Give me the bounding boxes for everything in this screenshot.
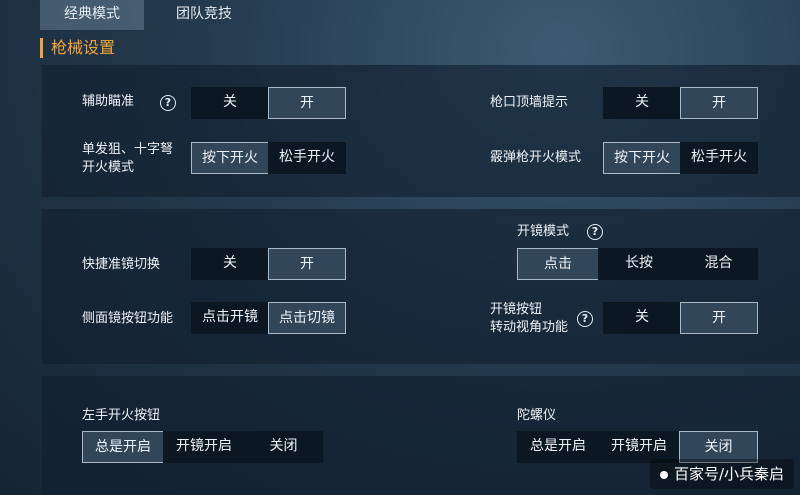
scope-mode-hold-button[interactable]: 长按 bbox=[598, 248, 680, 280]
scope-mode-mixed-button[interactable]: 混合 bbox=[679, 248, 758, 280]
muzzle-wall-on-button[interactable]: 开 bbox=[680, 87, 758, 119]
gyroscope-label: 陀螺仪 bbox=[517, 408, 557, 423]
side-scope-open-button[interactable]: 点击开镜 bbox=[191, 302, 269, 334]
shotgun-press-fire-button[interactable]: 按下开火 bbox=[603, 142, 681, 174]
aim-assist-on-button[interactable]: 开 bbox=[268, 87, 346, 119]
aim-assist-label: 辅助瞄准 bbox=[82, 94, 135, 109]
quick-scope-off-button[interactable]: 关 bbox=[191, 248, 269, 280]
scope-turn-view-label: 开镜按钮 转动视角功能 bbox=[490, 302, 569, 335]
shotgun-fire-mode-label: 霰弹枪开火模式 bbox=[490, 150, 582, 165]
scope-mode-help-icon[interactable]: ? bbox=[587, 224, 603, 240]
quick-scope-label: 快捷准镜切换 bbox=[82, 257, 161, 272]
tab-team-deathmatch[interactable]: 团队竞技 bbox=[152, 0, 256, 30]
left-fire-off-button[interactable]: 关闭 bbox=[244, 431, 323, 463]
gyro-always-button[interactable]: 总是开启 bbox=[517, 431, 599, 463]
scope-turn-off-button[interactable]: 关 bbox=[603, 302, 681, 334]
left-fire-scope-button[interactable]: 开镜开启 bbox=[163, 431, 245, 463]
side-scope-button-label: 侧面镜按钮功能 bbox=[82, 311, 174, 326]
shotgun-release-fire-button[interactable]: 松手开火 bbox=[680, 142, 758, 174]
quick-scope-on-button[interactable]: 开 bbox=[268, 248, 346, 280]
sniper-press-fire-button[interactable]: 按下开火 bbox=[191, 142, 269, 174]
muzzle-wall-label: 枪口顶墙提示 bbox=[490, 95, 569, 110]
watermark-dot-icon bbox=[659, 470, 668, 479]
panel-fire-settings bbox=[42, 65, 800, 197]
scope-turn-on-button[interactable]: 开 bbox=[680, 302, 758, 334]
left-fire-button-label: 左手开火按钮 bbox=[82, 408, 161, 423]
scope-mode-tap-button[interactable]: 点击 bbox=[517, 248, 599, 280]
sniper-release-fire-button[interactable]: 松手开火 bbox=[268, 142, 346, 174]
muzzle-wall-off-button[interactable]: 关 bbox=[603, 87, 681, 119]
watermark: 百家号/小兵秦启 bbox=[649, 459, 794, 489]
section-title: 枪械设置 bbox=[40, 38, 115, 58]
side-scope-switch-button[interactable]: 点击切镜 bbox=[268, 302, 346, 334]
tab-classic-mode[interactable]: 经典模式 bbox=[40, 0, 144, 30]
watermark-text: 百家号/小兵秦启 bbox=[673, 465, 784, 483]
scope-mode-label: 开镜模式 bbox=[517, 224, 570, 239]
scope-turn-help-icon[interactable]: ? bbox=[577, 311, 593, 327]
left-fire-always-button[interactable]: 总是开启 bbox=[82, 431, 164, 463]
aim-assist-off-button[interactable]: 关 bbox=[191, 87, 269, 119]
panel-scope-settings bbox=[42, 209, 800, 364]
sniper-fire-mode-label: 单发狙、十字弩 开火模式 bbox=[82, 142, 174, 175]
aim-assist-help-icon[interactable]: ? bbox=[160, 95, 176, 111]
